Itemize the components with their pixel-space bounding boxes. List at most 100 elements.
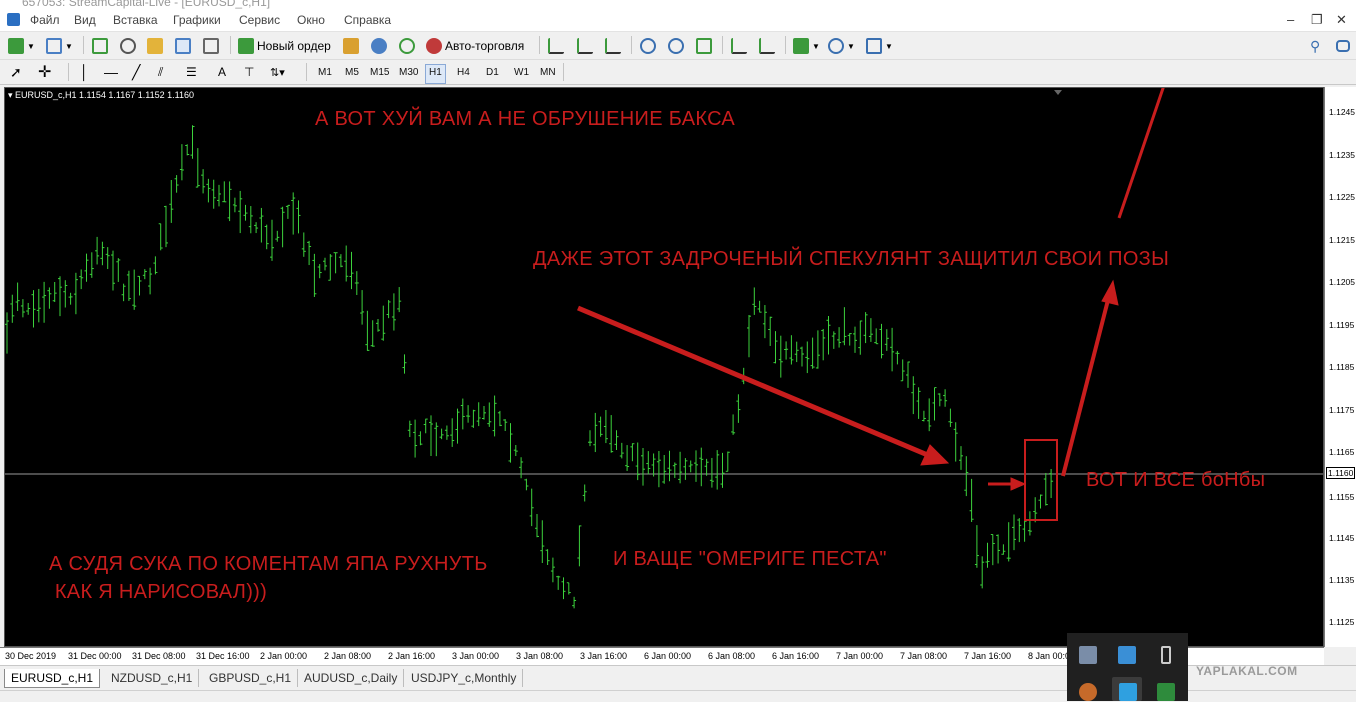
menu-insert[interactable]: Вставка — [113, 13, 158, 27]
close-icon[interactable]: ✕ — [1336, 12, 1347, 28]
timeframe-h1[interactable]: H1 — [425, 64, 446, 84]
price-label: 1.1135 — [1329, 575, 1355, 585]
price-bar — [837, 327, 842, 348]
speaker-icon[interactable] — [1079, 683, 1097, 701]
signals-button[interactable] — [399, 36, 415, 56]
monitor-icon[interactable] — [1079, 646, 1097, 664]
price-bar — [821, 328, 826, 361]
network-app-icon[interactable] — [1118, 646, 1136, 664]
text-tool-icon[interactable]: A — [218, 62, 226, 82]
menu-window[interactable]: Окно — [297, 13, 325, 27]
timeframe-d1[interactable]: D1 — [483, 64, 502, 82]
price-bar — [964, 456, 969, 497]
tab-eurusd[interactable]: EURUSD_c,H1 — [4, 669, 101, 688]
price-bar — [773, 331, 778, 364]
price-bar — [937, 393, 942, 407]
timeframe-m1[interactable]: M1 — [315, 64, 335, 82]
menu-help[interactable]: Справка — [344, 13, 391, 27]
horizontal-line-icon[interactable]: ― — [104, 62, 118, 82]
line-chart-button[interactable] — [605, 36, 621, 56]
time-label: 2 Jan 00:00 — [260, 651, 308, 661]
app-icon[interactable] — [7, 13, 20, 26]
timeframe-mn[interactable]: MN — [537, 64, 559, 82]
separator — [68, 63, 69, 81]
tab-gbpusd[interactable]: GBPUSD_c,H1 — [203, 669, 299, 687]
price-bar — [948, 408, 953, 427]
menu-file[interactable]: Файл — [30, 13, 60, 27]
data-window-button[interactable] — [120, 36, 136, 56]
new-chart-button[interactable]: ▼ — [8, 36, 35, 56]
new-order-button[interactable]: Новый ордер — [238, 36, 331, 56]
chart-shift-marker[interactable] — [1054, 90, 1062, 95]
templates-button[interactable]: ▼ — [866, 36, 893, 56]
tab-audusd[interactable]: AUDUSD_c,Daily — [298, 669, 405, 687]
price-bar — [164, 205, 168, 248]
price-bar — [47, 287, 52, 309]
price-bar — [418, 431, 423, 446]
price-bar — [1012, 514, 1016, 551]
chart-window[interactable]: ▾ EURUSD_c,H1 1.1154 1.1167 1.1152 1.116… — [4, 87, 1324, 647]
strategy-tester-button[interactable] — [203, 36, 219, 56]
time-label: 3 Jan 08:00 — [516, 651, 564, 661]
shield-icon[interactable] — [1157, 683, 1175, 701]
metatrader-tray-icon[interactable] — [1119, 683, 1137, 701]
price-bar — [243, 204, 248, 221]
menu-charts[interactable]: Графики — [173, 13, 221, 27]
template-icon — [866, 38, 882, 54]
menu-tools[interactable]: Сервис — [239, 13, 280, 27]
bar-chart-button[interactable] — [548, 36, 564, 56]
trendline-icon[interactable]: ╱ — [132, 62, 140, 82]
zoom-in-button[interactable] — [640, 36, 656, 56]
message-icon — [1336, 40, 1350, 52]
arrows-icon[interactable]: ⇅▾ — [270, 62, 285, 82]
zoom-out-button[interactable] — [668, 36, 684, 56]
price-bar — [540, 520, 545, 563]
usb-drive-icon[interactable] — [1161, 646, 1171, 664]
time-label: 7 Jan 00:00 — [836, 651, 884, 661]
minimize-icon[interactable]: – — [1287, 12, 1294, 27]
chat-button[interactable] — [371, 36, 387, 56]
crosshair-icon[interactable]: ✛ — [38, 62, 51, 82]
channel-icon[interactable]: ⫽ — [158, 62, 163, 82]
price-bar — [752, 287, 757, 315]
price-label: 1.1175 — [1329, 405, 1355, 415]
price-label: 1.1205 — [1329, 277, 1355, 287]
chat-icon[interactable] — [1336, 36, 1350, 56]
indicators-button[interactable]: ▼ — [793, 36, 820, 56]
chart-shift-button[interactable] — [759, 36, 775, 56]
restore-icon[interactable]: ❐ — [1311, 12, 1323, 28]
price-bar — [31, 290, 36, 328]
price-bar — [360, 290, 365, 325]
price-bar — [26, 302, 31, 315]
timeframe-m5[interactable]: M5 — [342, 64, 362, 82]
bar-chart-icon — [548, 38, 564, 54]
timeframe-m15[interactable]: M15 — [367, 64, 392, 82]
autotrading-label: Авто-торговля — [445, 39, 525, 53]
metaeditor-button[interactable] — [343, 36, 359, 56]
vertical-line-icon[interactable]: │ — [80, 62, 89, 82]
price-bar — [73, 272, 78, 315]
price-bar — [990, 534, 995, 566]
timeframe-w1[interactable]: W1 — [511, 64, 532, 82]
terminal-button[interactable] — [175, 36, 191, 56]
price-axis[interactable]: 1.1245 1.1235 1.1225 1.1215 1.1205 1.119… — [1324, 87, 1356, 647]
tab-nzdusd[interactable]: NZDUSD_c,H1 — [105, 669, 200, 687]
menu-view[interactable]: Вид — [74, 13, 96, 27]
tab-usdjpy[interactable]: USDJPY_c,Monthly — [405, 669, 524, 687]
tile-windows-button[interactable] — [696, 36, 712, 56]
navigator-button[interactable] — [147, 36, 163, 56]
autotrading-button[interactable]: Авто-торговля — [426, 36, 524, 56]
price-bar — [482, 406, 486, 420]
price-bar — [439, 428, 444, 440]
search-icon[interactable]: ⚲ — [1310, 36, 1320, 56]
candlestick-button[interactable] — [577, 36, 593, 56]
periods-button[interactable]: ▼ — [828, 36, 855, 56]
market-watch-button[interactable] — [92, 36, 108, 56]
text-label-icon[interactable]: ⊤ — [244, 62, 254, 82]
timeframe-h4[interactable]: H4 — [454, 64, 473, 82]
fibonacci-icon[interactable]: ☰ — [186, 62, 197, 82]
timeframe-m30[interactable]: M30 — [396, 64, 421, 82]
profiles-button[interactable]: ▼ — [46, 36, 73, 56]
cursor-icon[interactable]: ➚ — [10, 62, 22, 82]
auto-scroll-button[interactable] — [731, 36, 747, 56]
